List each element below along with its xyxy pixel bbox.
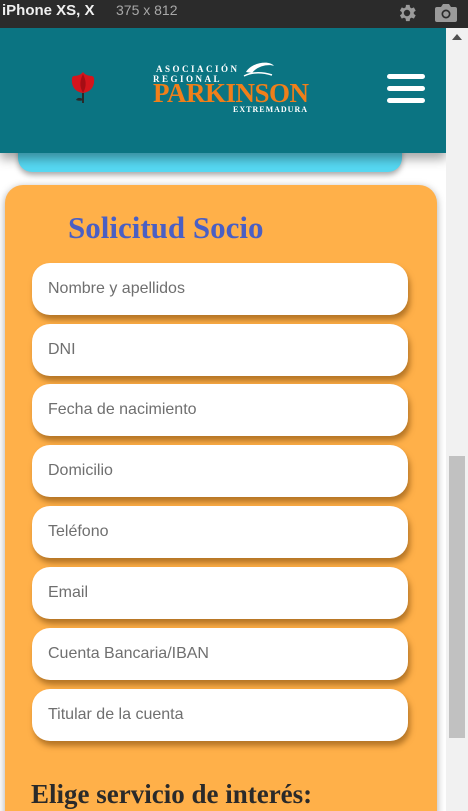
camera-icon[interactable] — [434, 2, 458, 24]
scroll-up-arrow-icon[interactable] — [452, 34, 462, 40]
device-name[interactable]: iPhone XS, X — [2, 2, 95, 19]
dni-field[interactable] — [32, 324, 408, 376]
scrollbar-thumb[interactable] — [449, 456, 465, 738]
account-holder-field[interactable] — [32, 689, 408, 741]
device-toolbar: iPhone XS, X 375 x 812 — [0, 0, 468, 28]
gear-icon[interactable] — [396, 2, 418, 24]
site-header: ASOCIACIÓN REGIONAL PARKINSON EXTREMADUR… — [0, 28, 446, 153]
hamburger-menu-icon[interactable] — [387, 74, 425, 104]
logo-line-asociacion: ASOCIACIÓN — [156, 64, 240, 74]
iban-field[interactable] — [32, 628, 408, 680]
tulip-icon[interactable] — [68, 68, 98, 106]
membership-form: Solicitud Socio Elige servicio de interé… — [5, 185, 437, 811]
phone-field[interactable] — [32, 506, 408, 558]
services-heading: Elige servicio de interés: — [31, 779, 313, 809]
parkinson-logo[interactable]: ASOCIACIÓN REGIONAL PARKINSON EXTREMADUR… — [150, 60, 310, 120]
page-viewport: ASOCIACIÓN REGIONAL PARKINSON EXTREMADUR… — [0, 28, 446, 811]
scrollbar[interactable] — [446, 28, 468, 811]
full-name-field[interactable] — [32, 263, 408, 315]
logo-line-extremadura: EXTREMADURA — [233, 105, 308, 114]
form-title: Solicitud Socio — [68, 210, 264, 245]
device-dimensions: 375 x 812 — [116, 2, 178, 18]
email-field[interactable] — [32, 567, 408, 619]
birthdate-field[interactable] — [32, 384, 408, 436]
address-field[interactable] — [32, 445, 408, 497]
swoosh-icon — [243, 62, 274, 77]
